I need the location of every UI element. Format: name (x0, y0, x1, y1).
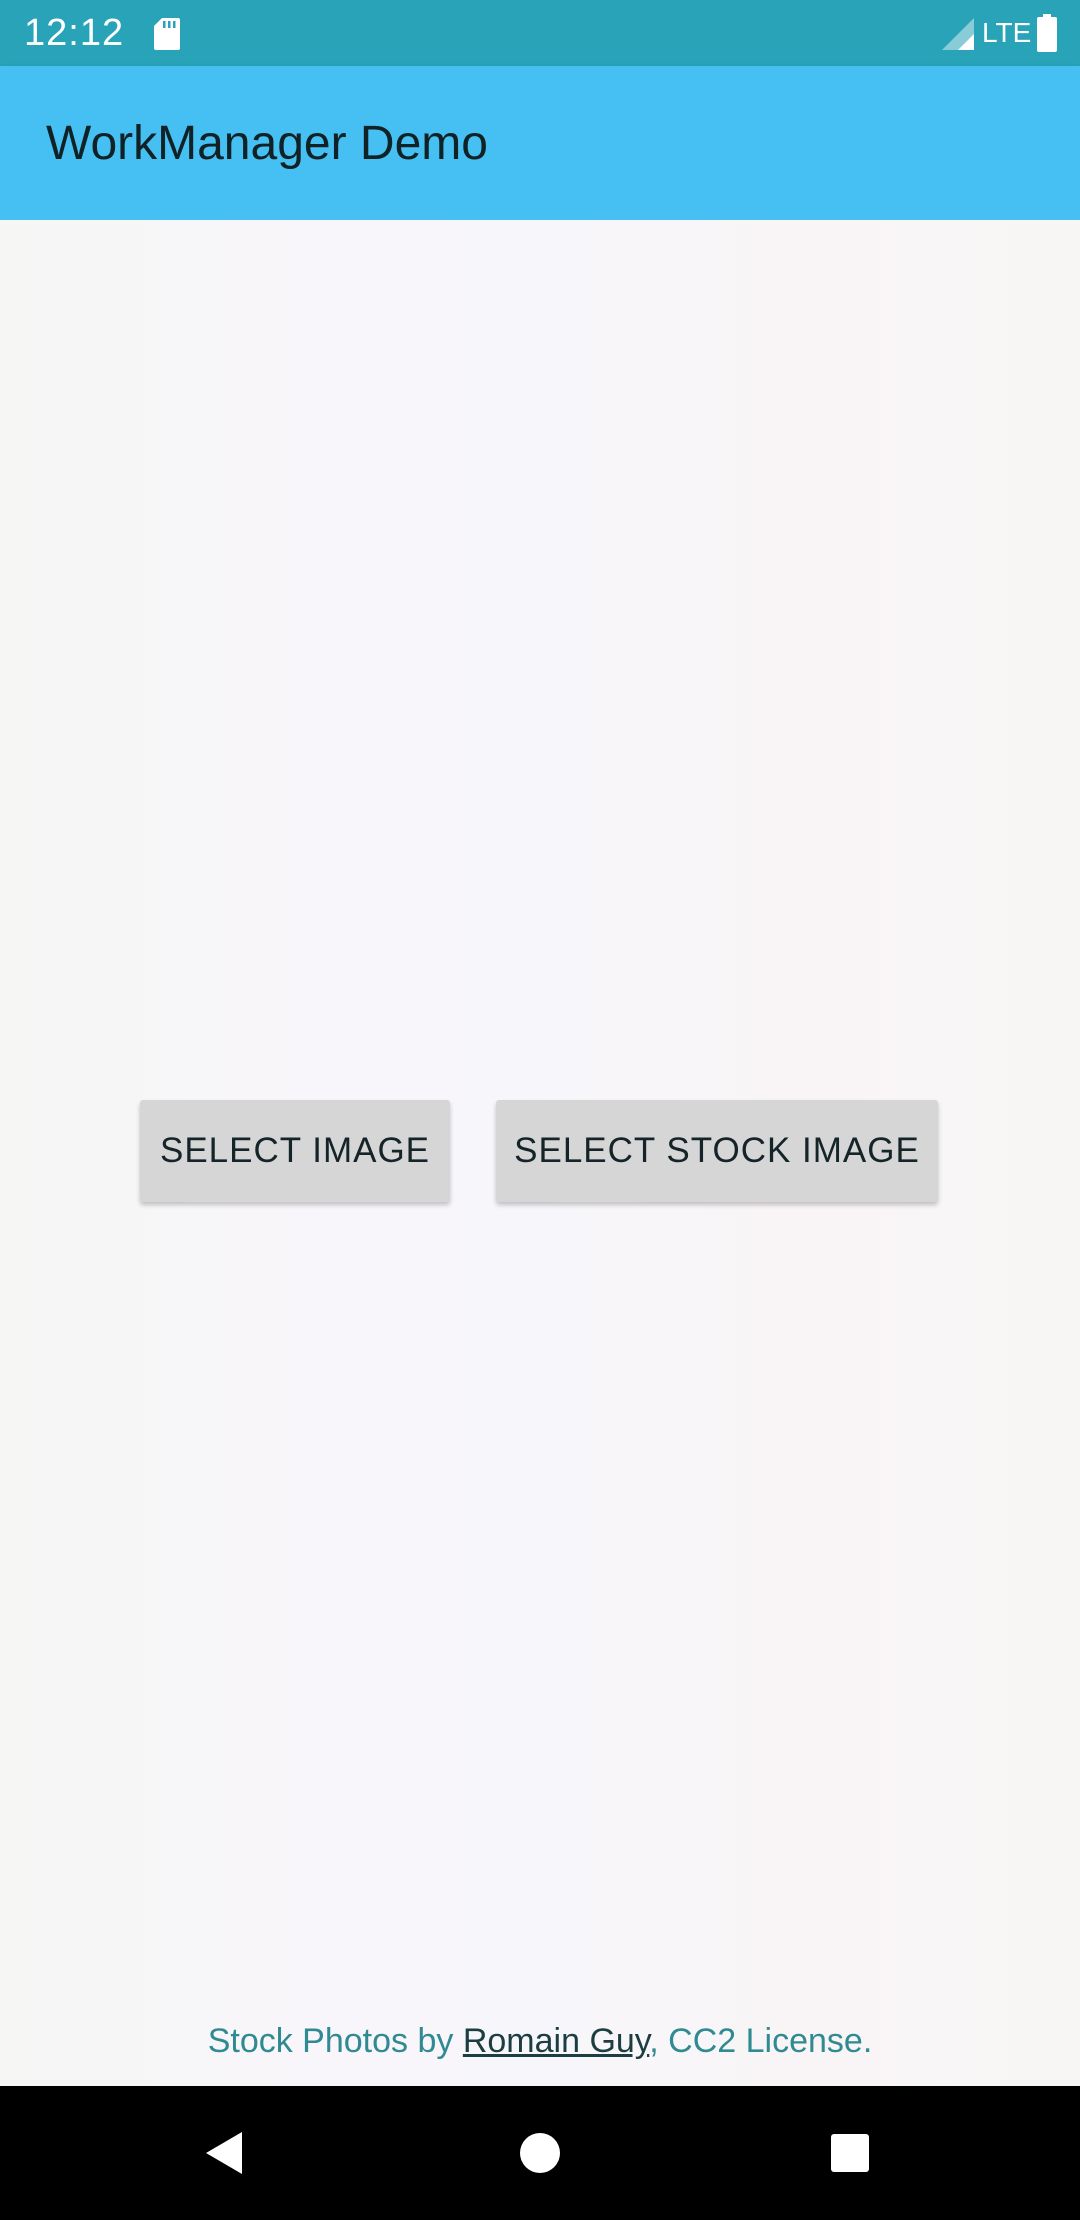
select-image-button[interactable]: SELECT IMAGE (140, 1100, 450, 1202)
status-time: 12:12 (24, 12, 125, 54)
select-stock-image-button[interactable]: SELECT STOCK IMAGE (496, 1100, 938, 1202)
stock-photos-credit: Stock Photos by Romain Guy, CC2 License. (0, 2020, 1080, 2062)
app-title: WorkManager Demo (46, 117, 488, 170)
navigation-bar (0, 2086, 1080, 2220)
back-icon[interactable] (192, 2120, 258, 2186)
app-bar: WorkManager Demo (0, 66, 1080, 220)
signal-icon (942, 18, 974, 50)
battery-icon (1037, 14, 1057, 52)
network-type: LTE (982, 17, 1032, 48)
status-bar: 12:12 LTE (0, 0, 1080, 66)
home-icon[interactable] (507, 2120, 573, 2186)
credit-suffix: , CC2 License. (649, 2022, 873, 2060)
author-link[interactable]: Romain Guy (463, 2022, 649, 2060)
credit-prefix: Stock Photos by (207, 2022, 463, 2060)
main-content: SELECT IMAGE SELECT STOCK IMAGE Stock Ph… (0, 220, 1080, 2086)
sd-card-icon (154, 18, 180, 50)
recents-icon[interactable] (817, 2120, 883, 2186)
